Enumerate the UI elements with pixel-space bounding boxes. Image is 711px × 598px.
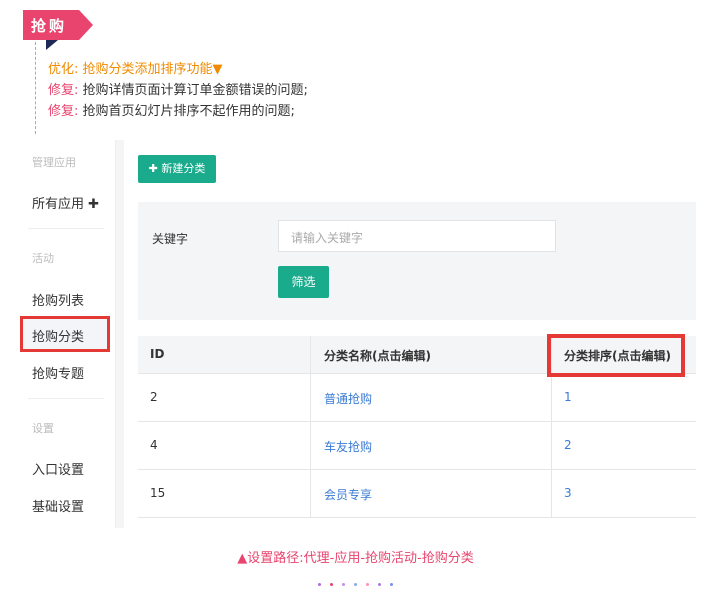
dot <box>366 583 369 586</box>
filter-button[interactable]: 筛选 <box>278 266 329 298</box>
highlight-box <box>547 334 685 377</box>
note-kind: 优化: <box>48 62 79 77</box>
add-category-button[interactable]: ✚ 新建分类 <box>138 155 216 183</box>
dot <box>378 583 381 586</box>
table-row: 15 会员专享 3 <box>138 470 696 518</box>
note-text: 抢购首页幻灯片排序不起作用的问题; <box>82 104 295 119</box>
cell-id: 15 <box>150 486 166 500</box>
sidebar-scrollbar[interactable] <box>116 140 124 528</box>
sidebar-divider <box>28 228 104 229</box>
table-row: 4 车友抢购 2 <box>138 422 696 470</box>
cell-order[interactable]: 3 <box>564 486 572 500</box>
sidebar-group-manage: 管理应用 <box>32 156 76 169</box>
note-text: 抢购详情页面计算订单金额错误的问题; <box>82 83 308 98</box>
keyword-input[interactable]: 请输入关键字 <box>278 220 556 252</box>
dot <box>318 583 321 586</box>
note-text: 抢购分类添加排序功能▼ <box>82 62 223 77</box>
sidebar-item-entry-settings[interactable]: 入口设置 <box>32 459 84 478</box>
sidebar-item-label: 抢购分类 <box>32 330 85 345</box>
cell-name[interactable]: 车友抢购 <box>324 438 372 455</box>
title-tag-arrow <box>79 10 93 40</box>
decorative-dots <box>318 583 393 586</box>
update-notes: 优化: 抢购分类添加排序功能▼ 修复: 抢购详情页面计算订单金额错误的问题; 修… <box>48 59 308 122</box>
note-kind: 修复: <box>48 83 79 98</box>
sidebar-divider <box>28 398 104 399</box>
column-header-id: ID <box>150 347 165 361</box>
cell-id: 4 <box>150 438 158 452</box>
note-row: 修复: 抢购首页幻灯片排序不起作用的问题; <box>48 101 308 122</box>
cell-id: 2 <box>150 390 158 404</box>
cell-name[interactable]: 普通抢购 <box>324 390 372 407</box>
cell-order[interactable]: 1 <box>564 390 572 404</box>
table-row: 2 普通抢购 1 <box>138 374 696 422</box>
note-row: 修复: 抢购详情页面计算订单金额错误的问题; <box>48 80 308 101</box>
dot <box>354 583 357 586</box>
section-title-tag: 抢购 <box>23 10 93 50</box>
note-kind: 修复: <box>48 104 79 119</box>
sidebar-group-activity: 活动 <box>32 252 54 265</box>
sidebar-item-flash-sale-list[interactable]: 抢购列表 <box>32 290 84 309</box>
title-tag-fold <box>46 40 58 50</box>
sidebar-item-basic-settings[interactable]: 基础设置 <box>32 496 84 515</box>
sidebar-item-flash-sale-topic[interactable]: 抢购专题 <box>32 363 84 382</box>
dot <box>330 583 333 586</box>
caption: ▲设置路径:代理-应用-抢购活动-抢购分类 <box>237 551 474 566</box>
sidebar-item-all-apps[interactable]: 所有应用 ✚ <box>32 193 99 212</box>
keyword-label: 关键字 <box>152 232 189 246</box>
sidebar: 管理应用 所有应用 ✚ 活动 抢购列表 抢购分类 抢购专题 设置 入口设置 基础… <box>20 140 116 528</box>
dot <box>342 583 345 586</box>
filter-panel: 关键字 请输入关键字 筛选 <box>138 202 696 320</box>
column-header-name: 分类名称(点击编辑) <box>324 349 431 363</box>
sidebar-item-flash-sale-category[interactable]: 抢购分类 <box>20 316 110 352</box>
section-title: 抢购 <box>31 17 68 35</box>
sidebar-group-settings: 设置 <box>32 422 54 435</box>
note-row: 优化: 抢购分类添加排序功能▼ <box>48 59 308 80</box>
cell-order[interactable]: 2 <box>564 438 572 452</box>
dashed-divider <box>35 42 36 134</box>
column-divider <box>310 336 311 518</box>
dot <box>390 583 393 586</box>
cell-name[interactable]: 会员专享 <box>324 486 372 503</box>
